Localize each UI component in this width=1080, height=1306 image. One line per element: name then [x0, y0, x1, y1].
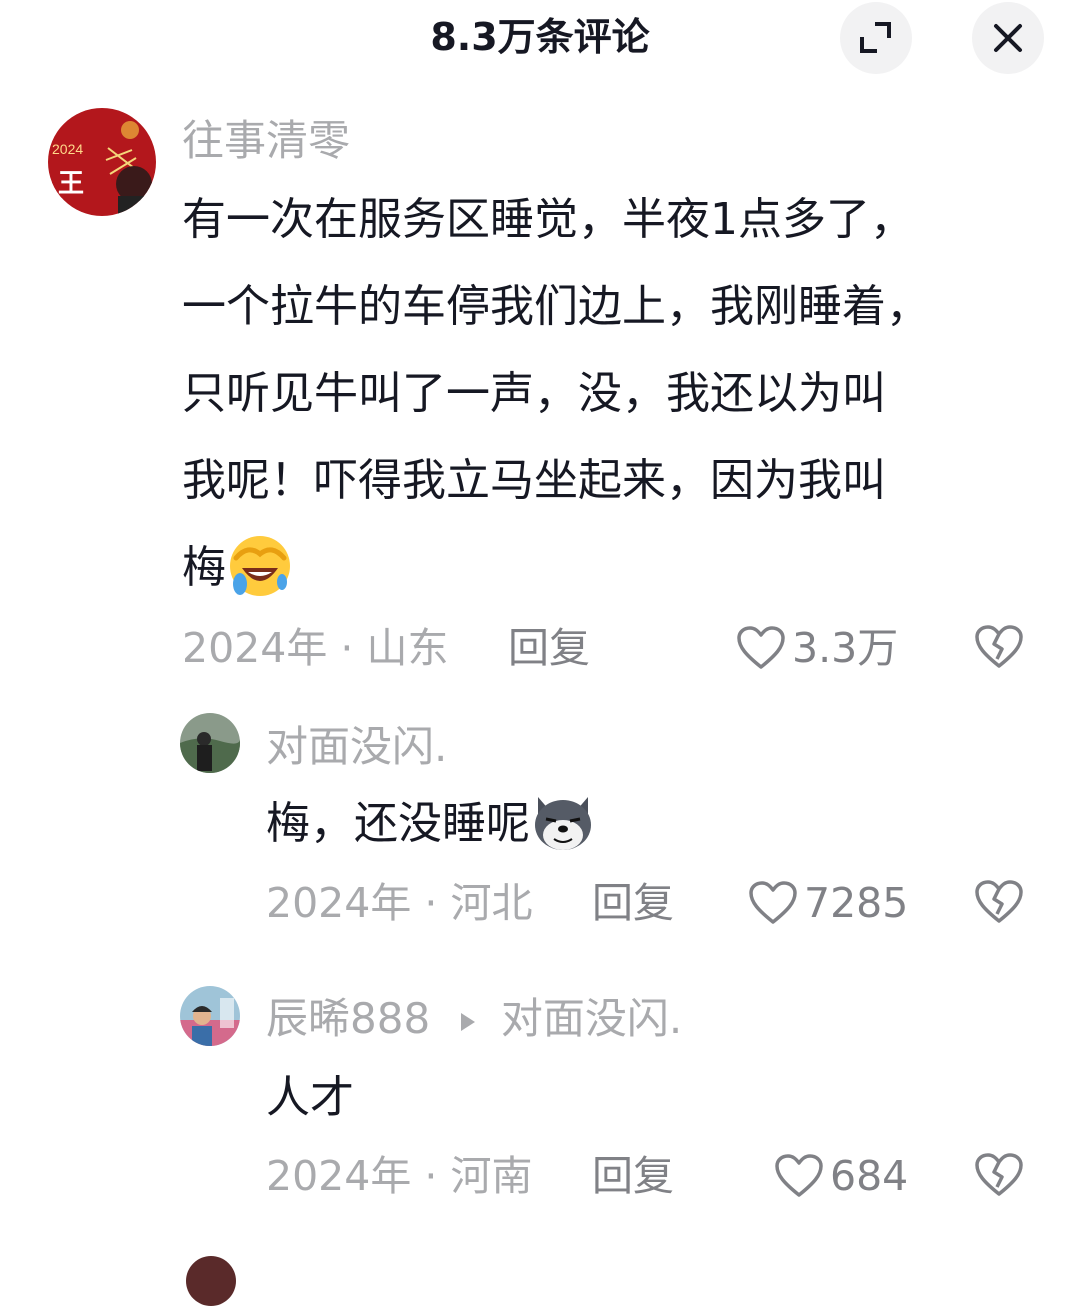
avatar-char-text: 王 — [58, 169, 84, 199]
reply-target-username[interactable]: 对面没闪. — [501, 994, 682, 1043]
comment-count-title: 8.3万条评论 — [430, 15, 650, 59]
close-button[interactable] — [972, 2, 1044, 74]
avatar[interactable] — [180, 713, 240, 773]
meta-separator: · — [340, 624, 354, 672]
broken-heart-icon — [975, 1153, 1023, 1196]
reply-button[interactable]: 回复 — [508, 621, 590, 675]
like-button[interactable]: 7285 — [748, 876, 908, 930]
reply-username-line: 辰晞888 对面没闪. — [266, 991, 682, 1047]
comment-location: 山东 — [366, 624, 449, 672]
comment-line: 一个拉牛的车停我们边上，我刚睡着， — [182, 281, 930, 332]
laughing-crying-emoji — [226, 536, 294, 600]
comment-time: 2024年 — [266, 879, 412, 927]
username[interactable]: 辰晞888 — [266, 994, 430, 1043]
comment-time: 2024年 — [266, 1152, 412, 1200]
comments-header: 8.3万条评论 — [0, 0, 1080, 76]
dislike-button[interactable] — [974, 1152, 1024, 1202]
username[interactable]: 往事清零 — [182, 113, 350, 169]
comment-line-text: 梅，还没睡呢 — [266, 798, 530, 849]
expand-icon — [860, 22, 891, 53]
comment-line-text: 梅 — [182, 542, 226, 593]
comment-time: 2024年 — [182, 624, 328, 672]
meta-separator: · — [424, 1152, 438, 1200]
comment-meta: 2024年 · 山东 — [182, 621, 448, 675]
heart-icon — [775, 1154, 823, 1197]
comment-line: 我呢！吓得我立马坐起来，因为我叫 — [182, 455, 886, 506]
comment-line: 有一次在服务区睡觉，半夜1点多了， — [182, 194, 914, 245]
comment-location: 河南 — [450, 1152, 533, 1200]
reply-arrow-icon — [460, 1012, 475, 1031]
avatar[interactable] — [186, 1256, 236, 1306]
comment-meta: 2024年 · 河南 — [266, 1149, 532, 1203]
heart-icon — [749, 881, 797, 924]
heart-icon — [737, 626, 785, 669]
like-count: 684 — [830, 1152, 909, 1200]
like-count: 7285 — [804, 879, 909, 927]
avatar[interactable]: 2024 王 — [48, 108, 156, 216]
close-icon — [994, 24, 1022, 52]
reply-button[interactable]: 回复 — [592, 1149, 674, 1203]
dislike-button[interactable] — [974, 879, 1024, 929]
username[interactable]: 对面没闪. — [266, 719, 447, 775]
meta-separator: · — [424, 879, 438, 927]
comment-line: 只听见牛叫了一声，没，我还以为叫 — [182, 368, 886, 419]
like-button[interactable]: 684 — [774, 1149, 908, 1203]
comment-line-last: 梅，还没睡呢 — [266, 780, 596, 867]
like-button[interactable]: 3.3万 — [736, 621, 898, 675]
dislike-button[interactable] — [974, 624, 1024, 674]
comment-meta: 2024年 · 河北 — [266, 876, 532, 930]
comment-line-last: 梅 — [182, 524, 294, 611]
broken-heart-icon — [975, 880, 1023, 923]
comment-line: 人才 — [266, 1072, 354, 1123]
expand-button[interactable] — [840, 2, 912, 74]
reply-button[interactable]: 回复 — [592, 876, 674, 930]
avatar-year-text: 2024 — [52, 141, 83, 157]
avatar[interactable] — [180, 986, 240, 1046]
broken-heart-icon — [975, 625, 1023, 668]
like-count: 3.3万 — [792, 624, 899, 672]
husky-dog-emoji — [530, 797, 596, 853]
comment-location: 河北 — [450, 879, 533, 927]
